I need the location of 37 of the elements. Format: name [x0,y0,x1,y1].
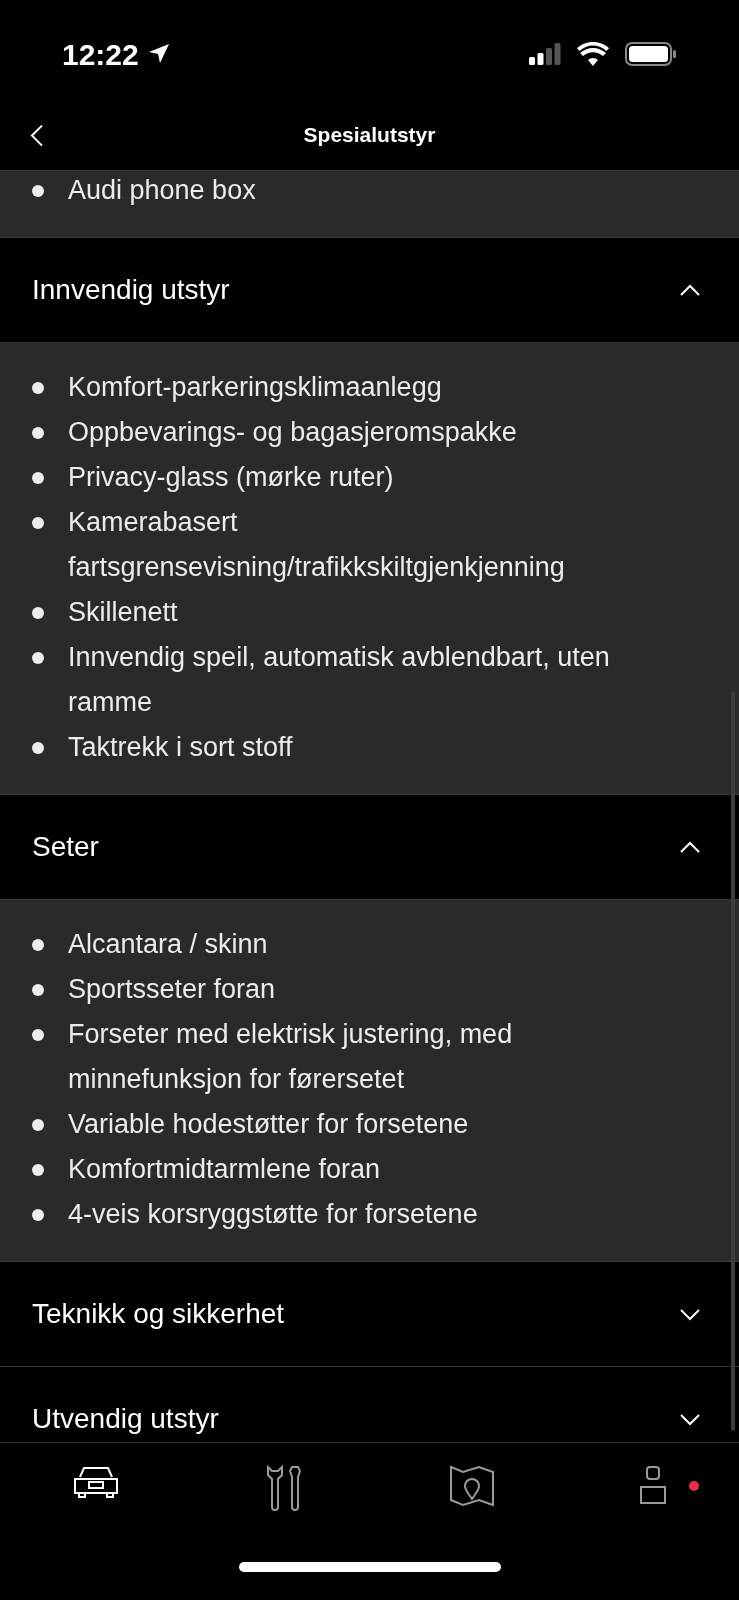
bullet [32,742,44,754]
bullet [32,652,44,664]
list-item: Oppbevarings- og bagasjeromspakke [68,416,517,449]
bullet [32,1119,44,1131]
signal-icon [529,43,561,65]
car-icon [72,1465,121,1499]
list-item: Sportsseter foran [68,973,276,1006]
list-item: Innvendig speil, automatisk avblendbart, uten ramme [68,641,611,719]
bullet [32,517,44,529]
list-item: Komfortmidtarmlene foran [68,1153,381,1186]
list-item: Variable hodestøtter for forsetene [68,1108,469,1141]
bullet [32,1029,44,1041]
screen-title: Spesialutstyr [303,122,436,149]
list-item: Privacy-glass (mørke ruter) [68,461,394,494]
bullet [32,185,44,197]
bullet [32,427,44,439]
bullet [32,382,44,394]
map-pin-icon [448,1465,495,1507]
bullet [32,607,44,619]
bullet [32,472,44,484]
list-item: Taktrekk i sort stoff [68,731,293,764]
list-item: Alcantara / skinn [68,928,268,961]
battery-icon [625,42,677,66]
person-icon [638,1465,667,1505]
bullet [32,1164,44,1176]
list-item: Skillenett [68,596,178,629]
list-item: Komfort-parkeringsklimaanlegg [68,371,442,404]
bullet [32,1209,44,1221]
list-item: Forseter med elektrisk justering, med minnefunksjon for førersetet [68,1018,514,1096]
clock: 12:22 [62,36,139,73]
wifi-icon [577,42,609,66]
bullet [32,984,44,996]
list-item: Kamerabasert fartsgrensevisning/trafikkskiltgjenkjenning [68,506,566,584]
bullet [32,939,44,951]
list-item: Audi phone box [68,174,256,207]
back-icon [30,123,44,148]
list-item: 4-veis korsryggstøtte for forsetene [68,1198,478,1231]
